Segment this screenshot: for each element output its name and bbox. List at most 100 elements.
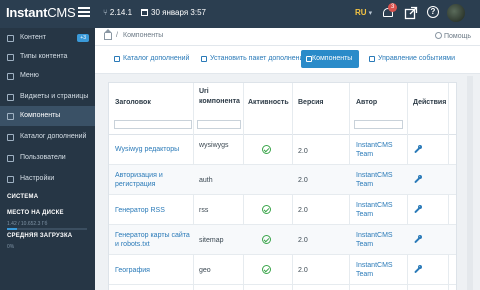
- sidebar-item-settings[interactable]: Настройки: [0, 169, 95, 189]
- component-uri: auth: [199, 177, 213, 184]
- home-icon[interactable]: [104, 29, 112, 40]
- components-table: Заголовок Uri компонента Активность Верс…: [108, 82, 457, 290]
- sidebar-item-menu[interactable]: Меню: [0, 66, 95, 86]
- table-header: Заголовок Uri компонента Активность Верс…: [109, 83, 456, 135]
- date-info: 30 января 3:57: [141, 8, 206, 17]
- component-author-link[interactable]: InstantCMS Team: [356, 171, 404, 189]
- table-row: Генератор карты сайта и robots.txt sitem…: [109, 225, 456, 255]
- tab-addons-catalog[interactable]: Каталог дополнений: [112, 50, 189, 68]
- help-link[interactable]: Помощь: [434, 32, 471, 40]
- component-version: 2.0: [298, 237, 308, 244]
- active-check-icon[interactable]: [262, 265, 271, 274]
- sidebar-item-components[interactable]: Компоненты: [0, 106, 95, 126]
- header-author[interactable]: Автор: [356, 98, 377, 108]
- component-author-link[interactable]: InstantCMS Team: [356, 261, 404, 279]
- table-row: Авторизация и регистрация auth 2.0 Insta…: [109, 165, 456, 195]
- wrench-icon[interactable]: [413, 205, 422, 214]
- help-icon[interactable]: ?: [427, 6, 441, 20]
- language-select[interactable]: RU ▾: [355, 8, 372, 17]
- filter-author-input[interactable]: [354, 120, 403, 129]
- sidebar-item-label: Компоненты: [20, 112, 61, 119]
- version-label: 2.14.1: [109, 8, 133, 17]
- component-uri: wysiwygs: [199, 142, 229, 149]
- component-title-link[interactable]: Генератор карты сайта и robots.txt: [115, 231, 191, 249]
- users-icon: [7, 155, 14, 162]
- sidebar-item-users[interactable]: Пользователи: [0, 148, 95, 168]
- system-title: СИСТЕМА: [7, 194, 39, 200]
- catalog-icon: [7, 134, 14, 141]
- list-icon: [7, 73, 14, 80]
- tab-install-package[interactable]: Установить пакет дополнения: [199, 50, 307, 68]
- catalog-icon: [114, 56, 120, 62]
- header-active[interactable]: Активность: [248, 98, 289, 108]
- wrench-icon[interactable]: [413, 145, 422, 154]
- component-uri: sitemap: [199, 237, 224, 244]
- filter-uri-input[interactable]: [197, 120, 241, 129]
- sidebar-item-label: Виджеты и страницы: [20, 93, 89, 100]
- widgets-icon: [7, 94, 14, 101]
- date-label: 30 января 3:57: [151, 8, 206, 17]
- logo[interactable]: InstantCMS: [6, 5, 76, 20]
- component-author-link[interactable]: InstantCMS Team: [356, 141, 404, 159]
- sidebar-item-content-types[interactable]: Типы контента: [0, 47, 95, 67]
- table-row: Wysiwyg редакторы wysiwygs 2.0 InstantCM…: [109, 135, 456, 165]
- filter-title-input[interactable]: [114, 120, 192, 129]
- sidebar-item-label: Контент: [20, 34, 46, 41]
- menu-toggle-icon[interactable]: [78, 7, 90, 19]
- disk-value: 1.42 / 10.652.3 Гб: [7, 221, 48, 227]
- tab-events[interactable]: Управление событиями: [367, 50, 455, 68]
- table-row: Генератор RSS rss 2.0 InstantCMS Team: [109, 195, 456, 225]
- header-title[interactable]: Заголовок: [115, 98, 151, 108]
- component-title-link[interactable]: Генератор RSS: [115, 206, 191, 215]
- avatar[interactable]: [447, 4, 465, 22]
- breadcrumb: / Компоненты Помощь: [95, 28, 480, 46]
- content-count-badge: +3: [77, 34, 89, 42]
- component-title-link[interactable]: Авторизация и регистрация: [115, 171, 191, 189]
- wrench-icon[interactable]: [413, 175, 422, 184]
- sidebar: Контент +3 Типы контента Меню Виджеты и …: [0, 28, 95, 290]
- header-uri[interactable]: Uri компонента: [199, 87, 241, 107]
- load-value: 0%: [7, 244, 15, 250]
- wrench-icon[interactable]: [413, 235, 422, 244]
- folder-icon: [7, 54, 14, 61]
- content-icon: [7, 35, 14, 42]
- component-title-link[interactable]: География: [115, 266, 191, 275]
- sidebar-item-label: Типы контента: [20, 53, 68, 60]
- events-icon: [369, 56, 375, 62]
- wrench-icon[interactable]: [413, 265, 422, 274]
- tab-components[interactable]: Компоненты: [301, 50, 360, 68]
- calendar-icon: [141, 9, 148, 16]
- sidebar-item-addons-catalog[interactable]: Каталог дополнений: [0, 127, 95, 147]
- scrollbar[interactable]: [467, 76, 473, 290]
- component-uri: geo: [199, 267, 211, 274]
- version-info: ⑂ 2.14.1: [103, 8, 132, 17]
- breadcrumb-separator: /: [116, 32, 118, 39]
- sidebar-item-label: Каталог дополнений: [20, 133, 87, 140]
- disk-usage-bar: [7, 228, 87, 230]
- gear-icon: [7, 176, 14, 183]
- external-link-icon[interactable]: [404, 6, 418, 20]
- active-check-icon[interactable]: [262, 235, 271, 244]
- sidebar-item-widgets[interactable]: Виджеты и страницы: [0, 87, 95, 107]
- components-icon: [306, 56, 312, 62]
- component-uri: rss: [199, 207, 209, 214]
- active-check-icon[interactable]: [262, 145, 271, 154]
- install-icon: [201, 56, 207, 62]
- sidebar-item-content[interactable]: Контент +3: [0, 28, 95, 48]
- header-actions: Действия: [413, 99, 447, 106]
- active-check-icon[interactable]: [262, 205, 271, 214]
- component-author-link[interactable]: InstantCMS Team: [356, 231, 404, 249]
- header-version[interactable]: Версия: [298, 98, 324, 108]
- disk-title: МЕСТО НА ДИСКЕ: [7, 210, 64, 216]
- tabs-bar: Каталог дополнений Установить пакет допо…: [95, 46, 480, 74]
- component-version: 2.0: [298, 177, 308, 184]
- component-version: 2.0: [298, 207, 308, 214]
- component-title-link[interactable]: Wysiwyg редакторы: [115, 145, 191, 154]
- top-bar: InstantCMS ⑂ 2.14.1 30 января 3:57 RU ▾ 3 …: [0, 0, 480, 28]
- component-author-link[interactable]: InstantCMS Team: [356, 201, 404, 219]
- component-version: 2.0: [298, 267, 308, 274]
- sidebar-item-label: Пользователи: [20, 154, 66, 161]
- chevron-down-icon: ▾: [368, 10, 373, 17]
- branch-icon: ⑂: [103, 8, 108, 17]
- sidebar-item-label: Меню: [20, 72, 39, 79]
